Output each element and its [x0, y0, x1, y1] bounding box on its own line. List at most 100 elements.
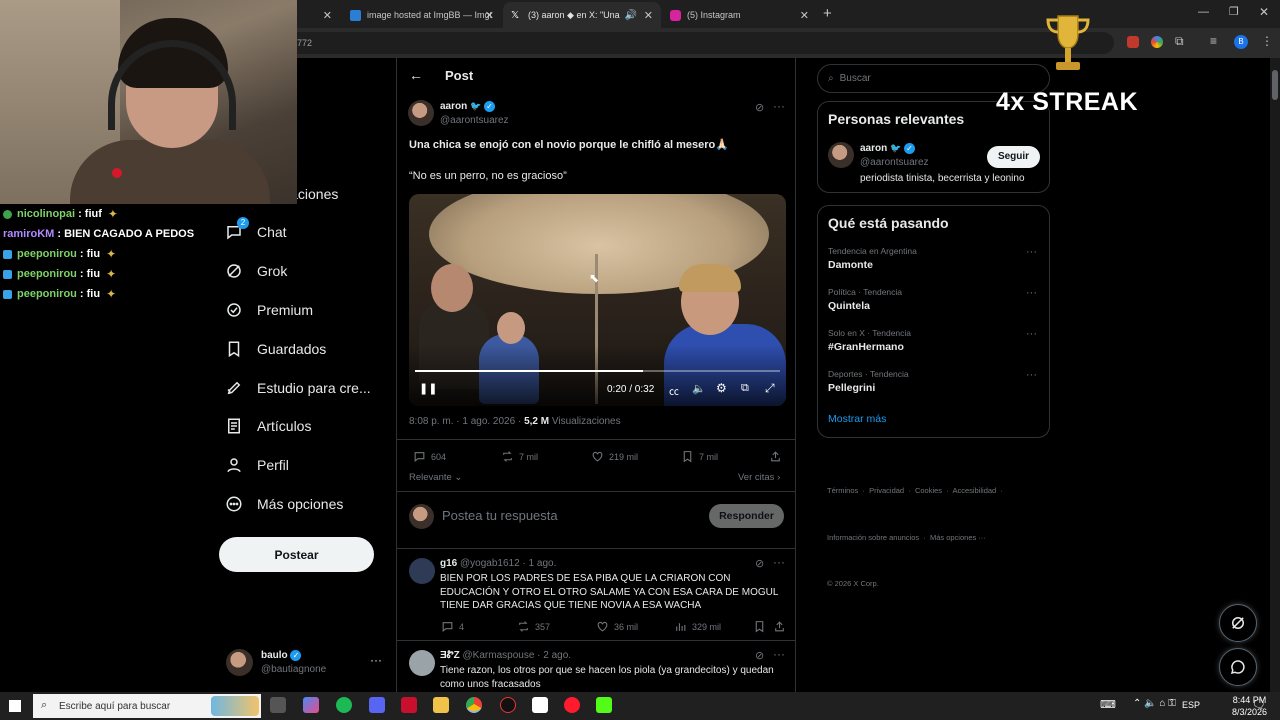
- more-dots-icon[interactable]: ···: [1026, 369, 1037, 381]
- scrollbar-thumb[interactable]: [1272, 70, 1278, 100]
- nav-item-chat[interactable]: 2 Chat: [225, 217, 287, 246]
- more-dots-icon[interactable]: ···: [773, 99, 785, 113]
- grok-icon[interactable]: ⊘: [755, 557, 764, 570]
- avatar[interactable]: [409, 558, 435, 584]
- show-more-link[interactable]: Mostrar más: [828, 413, 886, 425]
- trend-item[interactable]: Deportes · Tendencia Pellegrini ···: [818, 365, 1049, 403]
- file-explorer-icon[interactable]: [433, 697, 449, 713]
- reply-author-handle[interactable]: @Karmaspouse: [463, 650, 535, 661]
- spotify-icon[interactable]: [336, 697, 352, 713]
- reply-input[interactable]: Postea tu respuesta: [442, 508, 558, 523]
- nav-item-articles[interactable]: Artículos: [225, 412, 311, 440]
- profile-avatar-icon[interactable]: B: [1234, 35, 1248, 49]
- nav-item-creator-studio[interactable]: Estudio para cre...: [225, 374, 371, 402]
- grok-floating-button[interactable]: [1219, 604, 1257, 642]
- reading-list-icon[interactable]: ≡: [1210, 34, 1217, 48]
- task-view-icon[interactable]: [270, 697, 286, 713]
- more-dots-icon[interactable]: ···: [1026, 287, 1037, 299]
- settings-gear-icon[interactable]: ⚙: [716, 381, 727, 395]
- bookmark-action[interactable]: 7 mil: [681, 450, 718, 463]
- language-indicator[interactable]: ESP: [1182, 700, 1200, 710]
- close-icon[interactable]: ✕: [644, 9, 653, 22]
- share-action[interactable]: [773, 620, 791, 633]
- reply-action[interactable]: 4: [441, 620, 464, 633]
- like-action[interactable]: 36 mil: [596, 620, 638, 633]
- avatar[interactable]: [828, 142, 854, 168]
- speaker-icon[interactable]: 🔊: [625, 10, 637, 21]
- page-scrollbar[interactable]: [1270, 58, 1280, 692]
- sort-dropdown[interactable]: Relevante ⌄: [409, 472, 462, 483]
- more-dots-icon[interactable]: ···: [1026, 246, 1037, 258]
- trend-item[interactable]: Solo en X · Tendencia #GranHermano ···: [818, 324, 1049, 362]
- tray-icons[interactable]: ⌃ 🔈 ⌂ ⚿: [1133, 698, 1176, 709]
- nav-item-more[interactable]: Más opciones: [225, 490, 343, 518]
- follow-button[interactable]: Seguir: [987, 146, 1040, 168]
- grok-icon[interactable]: ⊘: [755, 649, 764, 662]
- close-icon[interactable]: ✕: [485, 9, 494, 22]
- nav-item-profile[interactable]: Perfil: [225, 451, 289, 479]
- tab-imgbb[interactable]: image hosted at ImgBB — Imgt ✕: [342, 2, 502, 28]
- more-dots-icon[interactable]: ···: [1026, 328, 1037, 340]
- notification-icon[interactable]: 🗨: [1252, 698, 1266, 711]
- nav-item-premium[interactable]: Premium: [225, 296, 313, 324]
- address-bar[interactable]: 3772: [278, 32, 1114, 54]
- like-action[interactable]: 219 mil: [591, 450, 638, 463]
- window-close-icon[interactable]: ✕: [1259, 5, 1269, 19]
- captions-icon[interactable]: ㏄: [669, 383, 679, 398]
- back-arrow-icon[interactable]: ←: [409, 67, 423, 83]
- tab-instagram[interactable]: (5) Instagram ✕: [662, 2, 817, 28]
- restore-icon[interactable]: ❐: [1229, 5, 1239, 18]
- reply-author-name[interactable]: g16: [440, 558, 457, 569]
- new-tab-icon[interactable]: +: [823, 5, 832, 22]
- volume-icon[interactable]: 🔈: [692, 382, 706, 395]
- reply-author-name[interactable]: ƎᏑZ: [440, 650, 460, 661]
- share-action[interactable]: [769, 450, 787, 463]
- browser-menu-icon[interactable]: ⋮: [1261, 34, 1273, 48]
- voice-app-icon[interactable]: [401, 697, 417, 713]
- obs-icon[interactable]: [500, 697, 516, 713]
- tab-close-stub[interactable]: ✕: [300, 2, 340, 28]
- close-icon[interactable]: ✕: [323, 9, 332, 22]
- windows-start-icon[interactable]: [9, 700, 21, 712]
- taskbar-search-input[interactable]: ⌕ Escribe aquí para buscar: [33, 694, 261, 718]
- fullscreen-icon[interactable]: ⤢: [765, 381, 775, 396]
- grok-icon[interactable]: ⊘: [755, 101, 764, 114]
- person-handle[interactable]: @aarontsuarez: [860, 157, 929, 168]
- discord-icon[interactable]: [369, 697, 385, 713]
- nav-item-grok[interactable]: Grok: [225, 257, 287, 285]
- extensions-puzzle-icon[interactable]: ⧉: [1175, 34, 1184, 49]
- chrome-icon[interactable]: [466, 697, 482, 713]
- author-handle[interactable]: @aarontsuarez: [440, 115, 509, 126]
- view-quotes-link[interactable]: Ver citas ›: [738, 472, 780, 483]
- picture-in-picture-icon[interactable]: ⧉: [741, 382, 749, 395]
- pause-icon[interactable]: ❚❚: [419, 382, 437, 395]
- footer-line[interactable]: Términos · Privacidad · Cookies · Accesi…: [827, 483, 1057, 499]
- reply-button[interactable]: Responder: [709, 504, 784, 528]
- nav-item-bookmarks[interactable]: Guardados: [225, 335, 326, 363]
- kick-icon[interactable]: [596, 697, 612, 713]
- reply-action[interactable]: 604: [413, 450, 446, 463]
- opera-icon[interactable]: [564, 697, 580, 713]
- extension-color-icon[interactable]: [1151, 36, 1163, 48]
- close-icon[interactable]: ✕: [800, 9, 809, 22]
- trend-item[interactable]: Tendencia en Argentina Damonte ···: [818, 242, 1049, 280]
- minimize-icon[interactable]: —: [1198, 6, 1209, 18]
- more-dots-icon[interactable]: ···: [773, 555, 785, 569]
- footer-line[interactable]: Información sobre anuncios · Más opcione…: [827, 530, 1057, 546]
- post-video[interactable]: ⬉ ❚❚ 0:20 / 0:32 ㏄ 🔈 ⚙ ⧉ ⤢: [409, 194, 786, 406]
- account-switcher[interactable]: baulo ✓ @bautiagnone ···: [226, 648, 386, 680]
- author-name-row[interactable]: aaron 🐦 ✓: [440, 101, 496, 112]
- views-action[interactable]: 329 mil: [674, 620, 721, 633]
- bookmark-action[interactable]: [753, 620, 771, 633]
- person-name-row[interactable]: aaron 🐦 ✓: [860, 143, 916, 154]
- more-dots-icon[interactable]: ···: [370, 653, 382, 667]
- repost-action[interactable]: 357: [517, 620, 550, 633]
- copilot-icon[interactable]: [303, 697, 319, 713]
- more-dots-icon[interactable]: ···: [773, 647, 785, 661]
- post-button[interactable]: Postear: [219, 537, 374, 572]
- avatar[interactable]: [409, 650, 435, 676]
- reply-author-handle[interactable]: @yogab1612: [460, 558, 520, 569]
- tab-x-post[interactable]: 𝕏 (3) aaron ◆ en X: "Una chic 🔊 ✕: [503, 2, 661, 28]
- messages-floating-button[interactable]: [1219, 648, 1257, 686]
- trend-item[interactable]: Política · Tendencia Quintela ···: [818, 283, 1049, 321]
